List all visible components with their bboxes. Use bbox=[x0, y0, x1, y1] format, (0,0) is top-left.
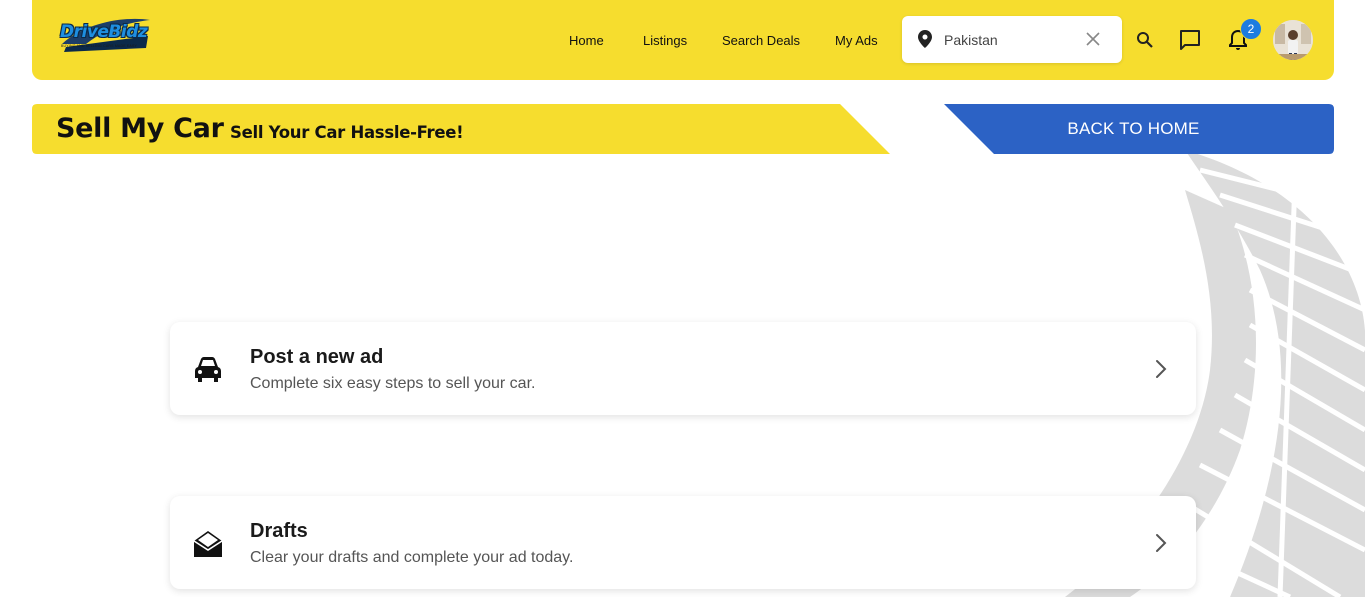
chevron-right-icon bbox=[1156, 534, 1167, 552]
nav-home[interactable]: Home bbox=[569, 33, 604, 48]
location-input[interactable] bbox=[942, 28, 1086, 52]
sell-my-car-page: DriveBidz BUYING AND SELLING CARS MADE E… bbox=[0, 0, 1365, 597]
drafts-card[interactable]: Drafts Clear your drafts and complete yo… bbox=[170, 496, 1196, 589]
avatar-image bbox=[1273, 20, 1313, 60]
chevron-right-icon bbox=[1156, 360, 1167, 378]
top-navbar: DriveBidz BUYING AND SELLING CARS MADE E… bbox=[32, 0, 1334, 80]
page-subtitle: Sell Your Car Hassle-Free! bbox=[230, 123, 464, 142]
search-icon[interactable] bbox=[1136, 31, 1154, 49]
location-pin-icon bbox=[918, 30, 932, 48]
notification-badge: 2 bbox=[1240, 18, 1262, 40]
post-new-ad-card[interactable]: Post a new ad Complete six easy steps to… bbox=[170, 322, 1196, 415]
chat-icon[interactable] bbox=[1179, 29, 1201, 51]
card-description: Complete six easy steps to sell your car… bbox=[250, 375, 536, 392]
nav-my-ads[interactable]: My Ads bbox=[835, 33, 878, 48]
card-description: Clear your drafts and complete your ad t… bbox=[250, 549, 574, 566]
back-to-home-label: BACK TO HOME bbox=[1067, 119, 1200, 138]
page-banner: Sell My Car Sell Your Car Hassle-Free! bbox=[32, 104, 890, 154]
nav-listings[interactable]: Listings bbox=[643, 33, 687, 48]
page-title: Sell My Car bbox=[56, 113, 224, 144]
back-to-home-button[interactable]: BACK TO HOME bbox=[944, 104, 1334, 154]
clear-icon[interactable] bbox=[1086, 32, 1100, 46]
envelope-open-icon bbox=[193, 531, 223, 557]
drivebidz-logo[interactable]: DriveBidz BUYING AND SELLING CARS MADE E… bbox=[56, 14, 152, 54]
logo-tagline: BUYING AND SELLING CARS MADE EASY bbox=[61, 44, 138, 48]
location-selector[interactable] bbox=[902, 16, 1122, 63]
car-icon bbox=[195, 357, 221, 382]
user-avatar[interactable] bbox=[1273, 20, 1313, 60]
card-title: Post a new ad bbox=[250, 346, 384, 368]
card-title: Drafts bbox=[250, 520, 308, 542]
logo-text: DriveBidz bbox=[60, 22, 148, 42]
nav-search-deals[interactable]: Search Deals bbox=[722, 33, 800, 48]
